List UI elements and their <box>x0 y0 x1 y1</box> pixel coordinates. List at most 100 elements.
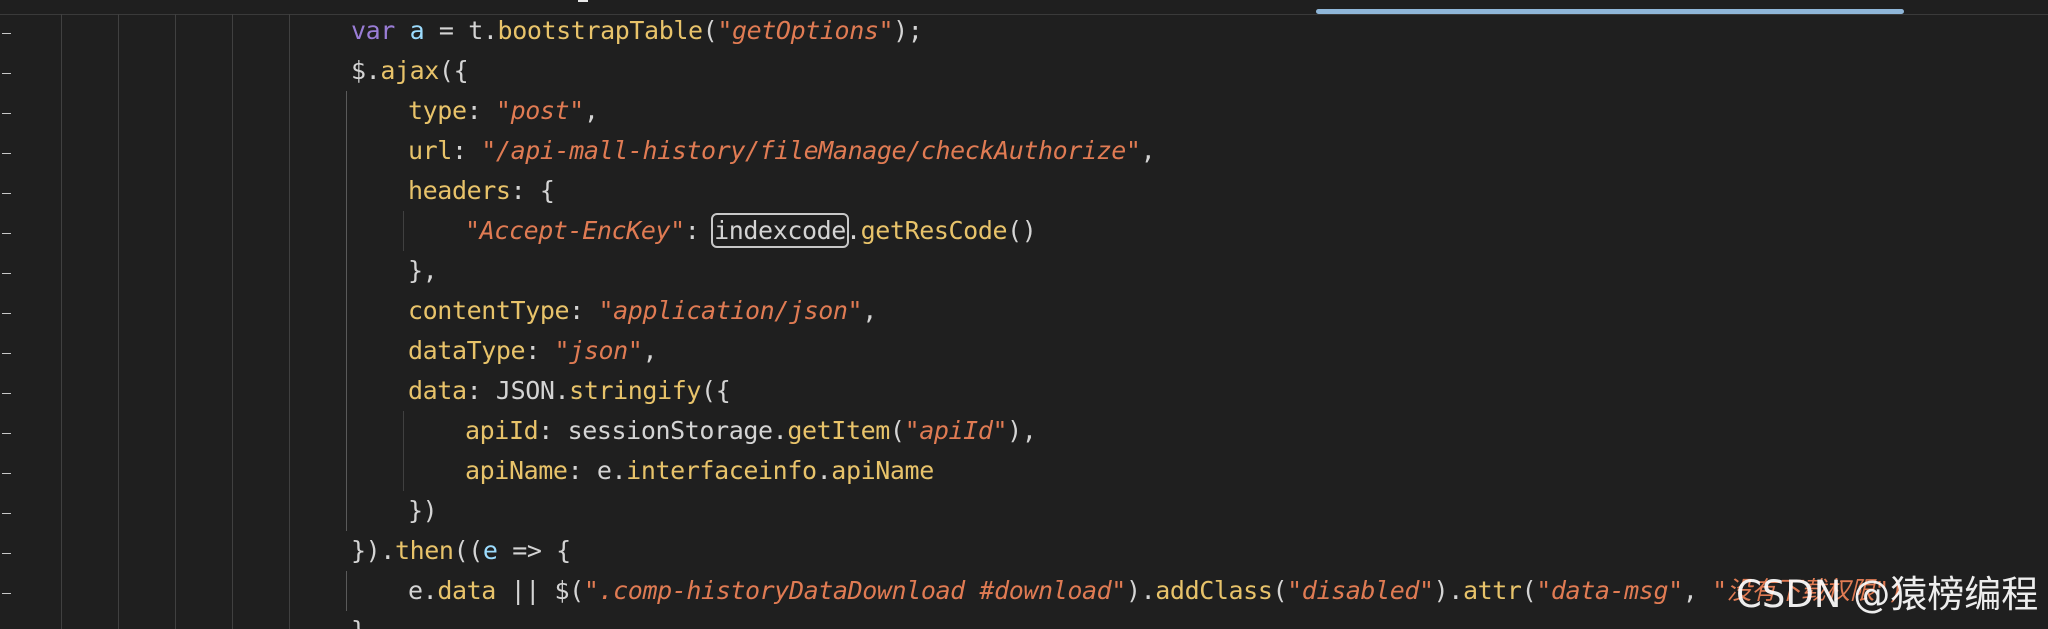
code-line[interactable]: e.data || $(".comp-historyDataDownload #… <box>408 571 1904 611</box>
code-token: dataType <box>408 336 526 365</box>
indent-guide <box>118 14 119 629</box>
code-token: : JSON. <box>466 376 570 405</box>
code-token: : sessionStorage. <box>538 416 788 445</box>
code-token: contentType <box>408 296 570 325</box>
code-line[interactable]: type: "post", <box>408 91 599 131</box>
code-token: "data-msg" <box>1536 576 1683 605</box>
code-token: : <box>684 216 715 245</box>
code-token: ( <box>1521 576 1537 605</box>
code-line[interactable]: }, <box>408 251 438 291</box>
code-token: }, <box>408 256 438 285</box>
code-token: type <box>408 96 467 125</box>
code-line[interactable]: } <box>351 611 366 629</box>
code-token: stringify <box>569 376 702 405</box>
code-line[interactable]: "Accept-EncKey": indexcode.getResCode() <box>465 211 1037 251</box>
code-token: "getOptions" <box>717 16 894 45</box>
gutter-fold-marker[interactable] <box>2 233 11 234</box>
code-token: : { <box>510 176 555 205</box>
code-token: addClass <box>1155 576 1273 605</box>
code-token: data <box>437 576 496 605</box>
code-token: = t. <box>424 16 498 45</box>
code-token: bootstrapTable <box>497 16 704 45</box>
code-token: getResCode <box>860 216 1008 245</box>
code-token: , <box>862 296 877 325</box>
gutter-fold-marker[interactable] <box>2 73 11 74</box>
gutter-fold-marker[interactable] <box>2 153 11 154</box>
code-token: ({ <box>438 56 469 85</box>
code-token: "post" <box>495 96 584 125</box>
gutter-fold-marker[interactable] <box>2 193 11 194</box>
indent-guide <box>232 14 233 629</box>
code-line[interactable]: apiId: sessionStorage.getItem("apiId"), <box>465 411 1037 451</box>
code-token: : <box>466 96 496 125</box>
code-token: e <box>482 536 498 565</box>
code-token: : <box>569 296 599 325</box>
code-line[interactable]: data: JSON.stringify({ <box>408 371 731 411</box>
code-token: : <box>525 336 555 365</box>
highlighted-token: indexcode <box>711 213 849 248</box>
code-line[interactable]: $.ajax({ <box>351 51 469 91</box>
code-editor[interactable]: var a = t.bootstrapTable("getOptions"); $… <box>0 0 2048 629</box>
gutter-fold-marker[interactable] <box>2 593 11 594</box>
code-line[interactable]: headers: { <box>408 171 555 211</box>
code-token: apiId <box>465 416 539 445</box>
code-token: var <box>351 16 395 45</box>
gutter-fold-marker[interactable] <box>2 393 11 394</box>
code-line[interactable]: var a = t.bootstrapTable("getOptions"); <box>351 11 923 51</box>
code-line[interactable]: dataType: "json", <box>408 331 658 371</box>
code-token: (( <box>453 536 484 565</box>
top-bar-mark <box>578 0 588 2</box>
code-token: || $( <box>495 576 585 605</box>
code-token: a <box>409 16 425 45</box>
code-token: interfaceinfo <box>626 456 817 485</box>
gutter-fold-marker[interactable] <box>2 513 11 514</box>
code-line[interactable]: }).then((e => { <box>351 531 571 571</box>
gutter-fold-marker[interactable] <box>2 553 11 554</box>
code-token: : e. <box>567 456 627 485</box>
code-line[interactable]: }) <box>408 491 438 531</box>
code-token: => { <box>497 536 571 565</box>
code-line[interactable]: url: "/api-mall-history/fileManage/check… <box>408 131 1156 171</box>
gutter-fold-marker[interactable] <box>2 313 11 314</box>
gutter-fold-marker[interactable] <box>2 273 11 274</box>
code-token: ). <box>1433 576 1464 605</box>
gutter-fold-marker[interactable] <box>2 433 11 434</box>
code-token: , <box>583 96 599 125</box>
code-token: then <box>394 536 454 565</box>
code-token: ".comp-historyDataDownload #download" <box>583 576 1127 605</box>
code-token: "application/json" <box>598 296 863 325</box>
indent-guide <box>289 14 290 629</box>
code-token: "Accept-EncKey" <box>465 216 685 245</box>
code-token: , <box>1140 136 1156 165</box>
code-token: apiName <box>831 456 934 485</box>
code-line[interactable]: contentType: "application/json", <box>408 291 877 331</box>
indent-guide <box>346 571 347 611</box>
code-token: }) <box>408 496 438 525</box>
gutter-fold-marker[interactable] <box>2 473 11 474</box>
code-token: "/api-mall-history/fileManage/checkAutho… <box>481 136 1141 165</box>
code-token: ( <box>889 416 905 445</box>
indent-guide <box>403 411 404 491</box>
code-token: getItem <box>787 416 890 445</box>
code-token: attr <box>1462 576 1522 605</box>
indent-guide <box>403 211 404 251</box>
indent-guide <box>175 14 176 629</box>
code-token: ( <box>702 16 718 45</box>
indent-guide <box>61 14 62 629</box>
code-token: ); <box>893 16 923 45</box>
code-token: url <box>408 136 452 165</box>
csdn-watermark: CSDN @猿榜编程 <box>1736 573 2039 616</box>
code-token: ajax <box>380 56 439 85</box>
code-line[interactable]: apiName: e.interfaceinfo.apiName <box>465 451 934 491</box>
horizontal-scrollbar-thumb[interactable] <box>1316 9 1904 14</box>
gutter-fold-marker[interactable] <box>2 113 11 114</box>
code-token: ). <box>1125 576 1156 605</box>
indent-guide <box>346 91 347 531</box>
gutter-fold-marker[interactable] <box>2 33 11 34</box>
code-token: $. <box>351 56 381 85</box>
code-token: data <box>408 376 467 405</box>
gutter-fold-marker[interactable] <box>2 353 11 354</box>
code-token: . <box>845 216 861 245</box>
code-token: , <box>642 336 658 365</box>
